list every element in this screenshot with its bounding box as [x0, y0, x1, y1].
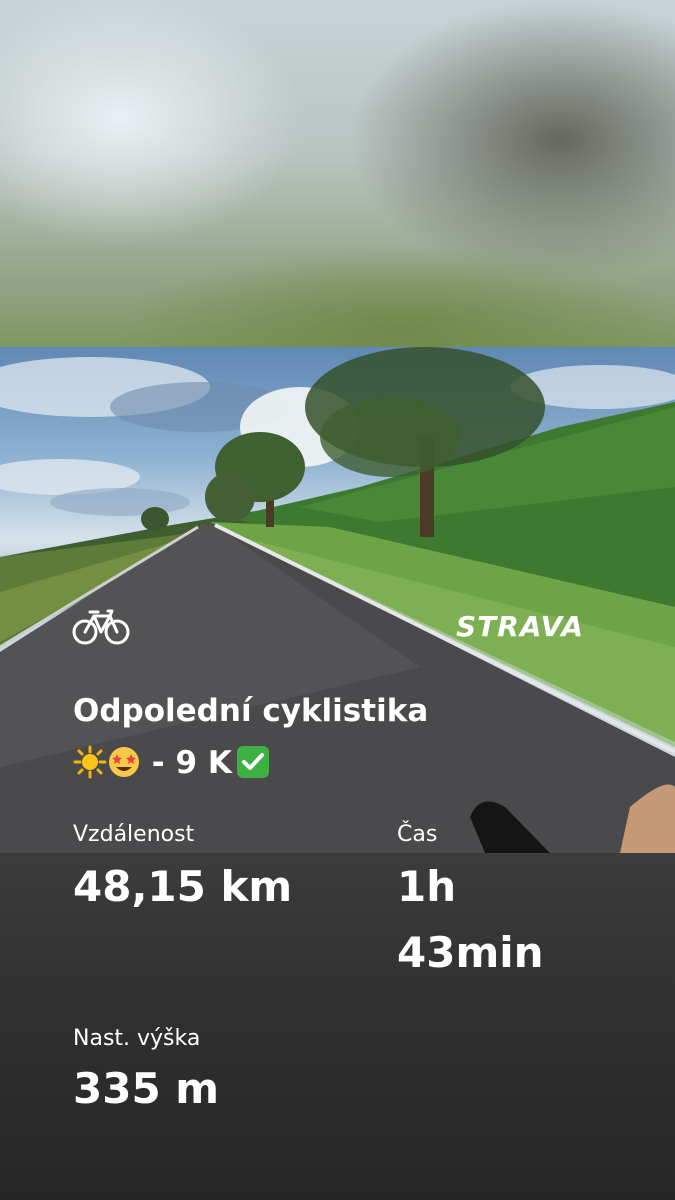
activity-title: Odpolední cyklistika	[73, 693, 429, 729]
distance-value: 48,15 km	[73, 862, 293, 911]
time-label: Čas	[397, 822, 438, 847]
activity-title-line2: - 9 K	[73, 740, 270, 786]
title-suffix: - 9 K	[141, 745, 232, 781]
elevation-value: 335 m	[73, 1064, 220, 1113]
star-struck-emoji-icon	[107, 745, 141, 779]
distance-label: Vzdálenost	[73, 822, 195, 847]
check-mark-emoji-icon	[236, 745, 270, 779]
sun-emoji-icon	[73, 745, 107, 779]
bike-icon	[72, 606, 132, 646]
blurred-background	[0, 0, 675, 347]
time-value-hours: 1h	[397, 862, 457, 911]
elevation-label: Nast. výška	[73, 1026, 201, 1051]
time-value-minutes: 43min	[397, 928, 544, 977]
strava-logo: STRAVA	[456, 610, 585, 643]
